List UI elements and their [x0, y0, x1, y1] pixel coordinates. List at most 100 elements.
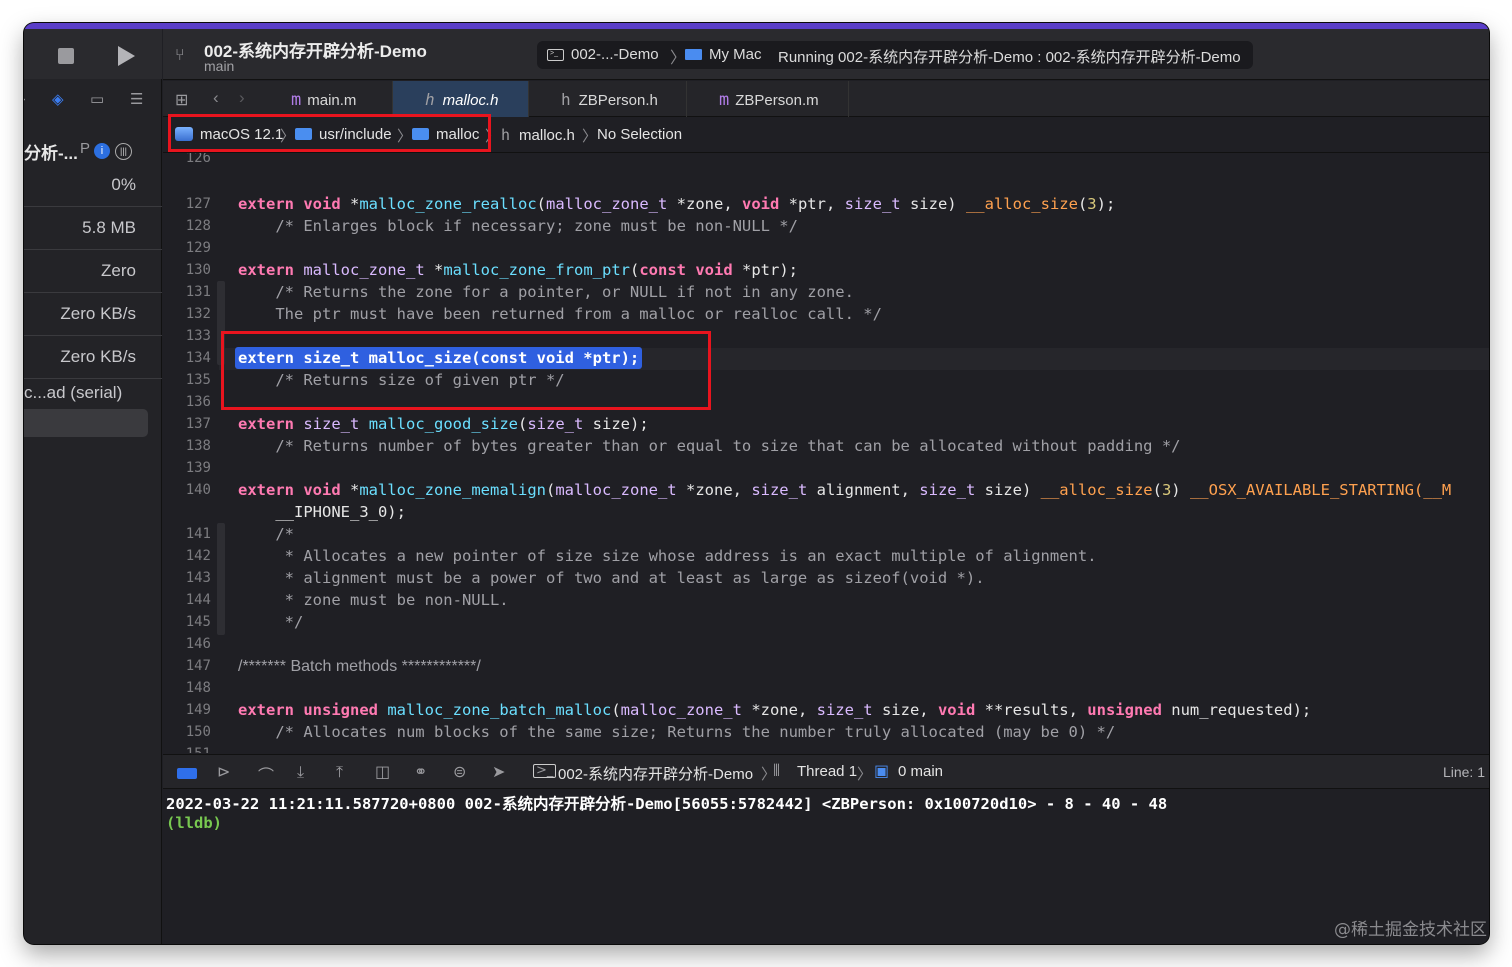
branch-name[interactable]: main: [204, 58, 234, 74]
source-editor[interactable]: 126 127 extern void *malloc_zone_realloc(…: [163, 153, 1489, 753]
code-text: */: [238, 613, 304, 631]
code-text: The ptr must have been returned from a m…: [238, 305, 882, 323]
environment-overrides-icon[interactable]: ⊜: [453, 762, 466, 781]
code-line: 145 */: [163, 612, 1489, 634]
stop-button[interactable]: [58, 48, 74, 64]
code-comment: /* Allocates num blocks of the same size…: [275, 723, 1116, 741]
disk-value: Zero KB/s: [60, 304, 136, 323]
related-items-icon[interactable]: ⊞: [175, 90, 188, 109]
code-text: extern size_t malloc_good_size(size_t si…: [238, 415, 649, 433]
lldb-prompt[interactable]: (lldb): [166, 814, 222, 832]
chevron-right-icon: 〉: [397, 128, 413, 145]
continue-icon[interactable]: ⊳: [217, 762, 230, 781]
code-text: /* Returns the zone for a pointer, or NU…: [238, 283, 854, 301]
chevron-right-icon: 〉: [670, 50, 687, 67]
code-line: 127 extern void *malloc_zone_realloc(mall…: [163, 194, 1489, 216]
thread-queue-label[interactable]: c...ad (serial): [24, 383, 122, 403]
back-arrow-icon[interactable]: ‹: [213, 88, 219, 108]
debug-bar: ⊳ ⌒ ⤓ ⤒ ◫ ⚭ ⊜ ➤ >_ 002-系统内存开辟分析-Demo 〉 ⦀…: [163, 754, 1489, 789]
breakpoints-toggle-icon[interactable]: [177, 768, 197, 779]
tab-main-m[interactable]: m main.m: [273, 81, 393, 117]
code-text: extern void *malloc_zone_realloc(malloc_…: [238, 195, 1115, 213]
code-line: 136: [163, 392, 1489, 414]
breadcrumb-sdk[interactable]: macOS 12.1: [175, 126, 283, 143]
process-header[interactable]: 分析-... P i |||: [24, 135, 162, 165]
code-token: *zone,: [741, 701, 817, 719]
tab-malloc-h[interactable]: h malloc.h: [393, 81, 529, 117]
breadcrumb-selection[interactable]: No Selection: [597, 126, 682, 143]
info-icon[interactable]: i: [94, 143, 110, 159]
memory-graph-icon[interactable]: ⚭: [414, 762, 427, 781]
code-line: 128 /* Enlarges block if necessary; zone…: [163, 216, 1489, 238]
destination-selector[interactable]: My Mac: [709, 46, 762, 63]
line-number: 149: [185, 702, 211, 718]
gauge-icon[interactable]: |||: [115, 143, 132, 160]
tab-zbperson-h[interactable]: h ZBPerson.h: [529, 81, 687, 117]
code-line: 131 /* Returns the zone for a pointer, o…: [163, 282, 1489, 304]
line-number: 142: [185, 548, 211, 564]
step-into-icon[interactable]: ⤓: [297, 762, 304, 782]
code-text: extern unsigned malloc_zone_batch_malloc…: [238, 701, 1311, 719]
debug-navigator: › ◈ ▭ ☰ 分析-... P i ||| 0% 5.8 MB Zero Ze…: [24, 29, 162, 944]
keyword: extern: [238, 701, 294, 719]
chevron-right-icon[interactable]: ›: [24, 90, 26, 108]
energy-row[interactable]: Zero: [24, 251, 162, 293]
selected-code[interactable]: extern size_t malloc_size(const void *pt…: [235, 347, 643, 369]
tab-bar: ⊞ ‹ › m main.m h malloc.h h ZBPerson.h m ZBP…: [163, 81, 1489, 117]
line-number: 127: [185, 196, 211, 212]
debug-console[interactable]: 2022-03-22 11:21:11.587720+0800 002-系统内存…: [163, 790, 1489, 944]
tab-label: main.m: [307, 92, 357, 109]
step-out-icon[interactable]: ⤒: [336, 762, 343, 782]
code-token: size,: [872, 701, 938, 719]
macro-name: __alloc_size: [1040, 481, 1153, 499]
terminal-icon: >_: [547, 49, 564, 61]
code-text: extern malloc_zone_t *malloc_zone_from_p…: [238, 261, 798, 279]
code-comment: /* Returns number of bytes greater than …: [275, 437, 1181, 455]
code-line: 140 extern void *malloc_zone_memalign(mal…: [163, 480, 1489, 502]
user-frame-icon: ▣: [874, 761, 890, 780]
forward-arrow-icon[interactable]: ›: [239, 88, 245, 108]
keyword: extern: [238, 195, 294, 213]
breakpoint-navigator-icon[interactable]: ▭: [90, 90, 104, 108]
folder-icon: [295, 128, 312, 140]
line-number: 144: [185, 592, 211, 608]
code-token: alignment,: [807, 481, 920, 499]
line-number: 137: [185, 416, 211, 432]
process-name[interactable]: 002-系统内存开辟分析-Demo: [558, 763, 753, 784]
code-token: size);: [583, 415, 649, 433]
code-line: 150 /* Allocates num blocks of the same …: [163, 722, 1489, 744]
line-number: 131: [185, 284, 211, 300]
source-control-icon[interactable]: ⑂: [175, 45, 185, 64]
thread-name[interactable]: Thread 1: [797, 763, 857, 780]
tab-zbperson-m[interactable]: m ZBPerson.m: [687, 81, 849, 117]
line-number: 133: [185, 328, 211, 344]
cpu-row[interactable]: 0%: [24, 165, 162, 207]
selected-frame-row[interactable]: [24, 409, 148, 437]
line-number: 150: [185, 724, 211, 740]
view-hierarchy-icon[interactable]: ◫: [375, 762, 390, 781]
energy-value: Zero: [101, 261, 136, 280]
memory-row[interactable]: 5.8 MB: [24, 208, 162, 250]
run-button[interactable]: [118, 46, 135, 66]
simulate-location-icon[interactable]: ➤: [492, 762, 505, 781]
keyword: void: [303, 195, 341, 213]
debug-navigator-icon[interactable]: ◈: [52, 90, 64, 108]
step-over-icon[interactable]: ⌒: [258, 762, 274, 786]
code-comment: /* Returns size of given ptr */: [275, 371, 565, 389]
breadcrumb-label: malloc.h: [519, 127, 575, 144]
breadcrumb-malloc-folder[interactable]: malloc: [412, 126, 479, 143]
code-line: 133: [163, 326, 1489, 348]
breadcrumb-usr-include[interactable]: usr/include: [295, 126, 392, 143]
scheme-selector[interactable]: 002-...-Demo: [571, 46, 659, 63]
breadcrumb-file[interactable]: h malloc.h: [501, 126, 575, 144]
stack-frame[interactable]: 0 main: [898, 763, 943, 780]
report-navigator-icon[interactable]: ☰: [130, 90, 143, 108]
network-row[interactable]: Zero KB/s: [24, 337, 162, 379]
code-token: size): [900, 195, 966, 213]
number-literal: 3: [1161, 481, 1172, 499]
code-line: 137 extern size_t malloc_good_size(size_t…: [163, 414, 1489, 436]
disk-row[interactable]: Zero KB/s: [24, 294, 162, 336]
